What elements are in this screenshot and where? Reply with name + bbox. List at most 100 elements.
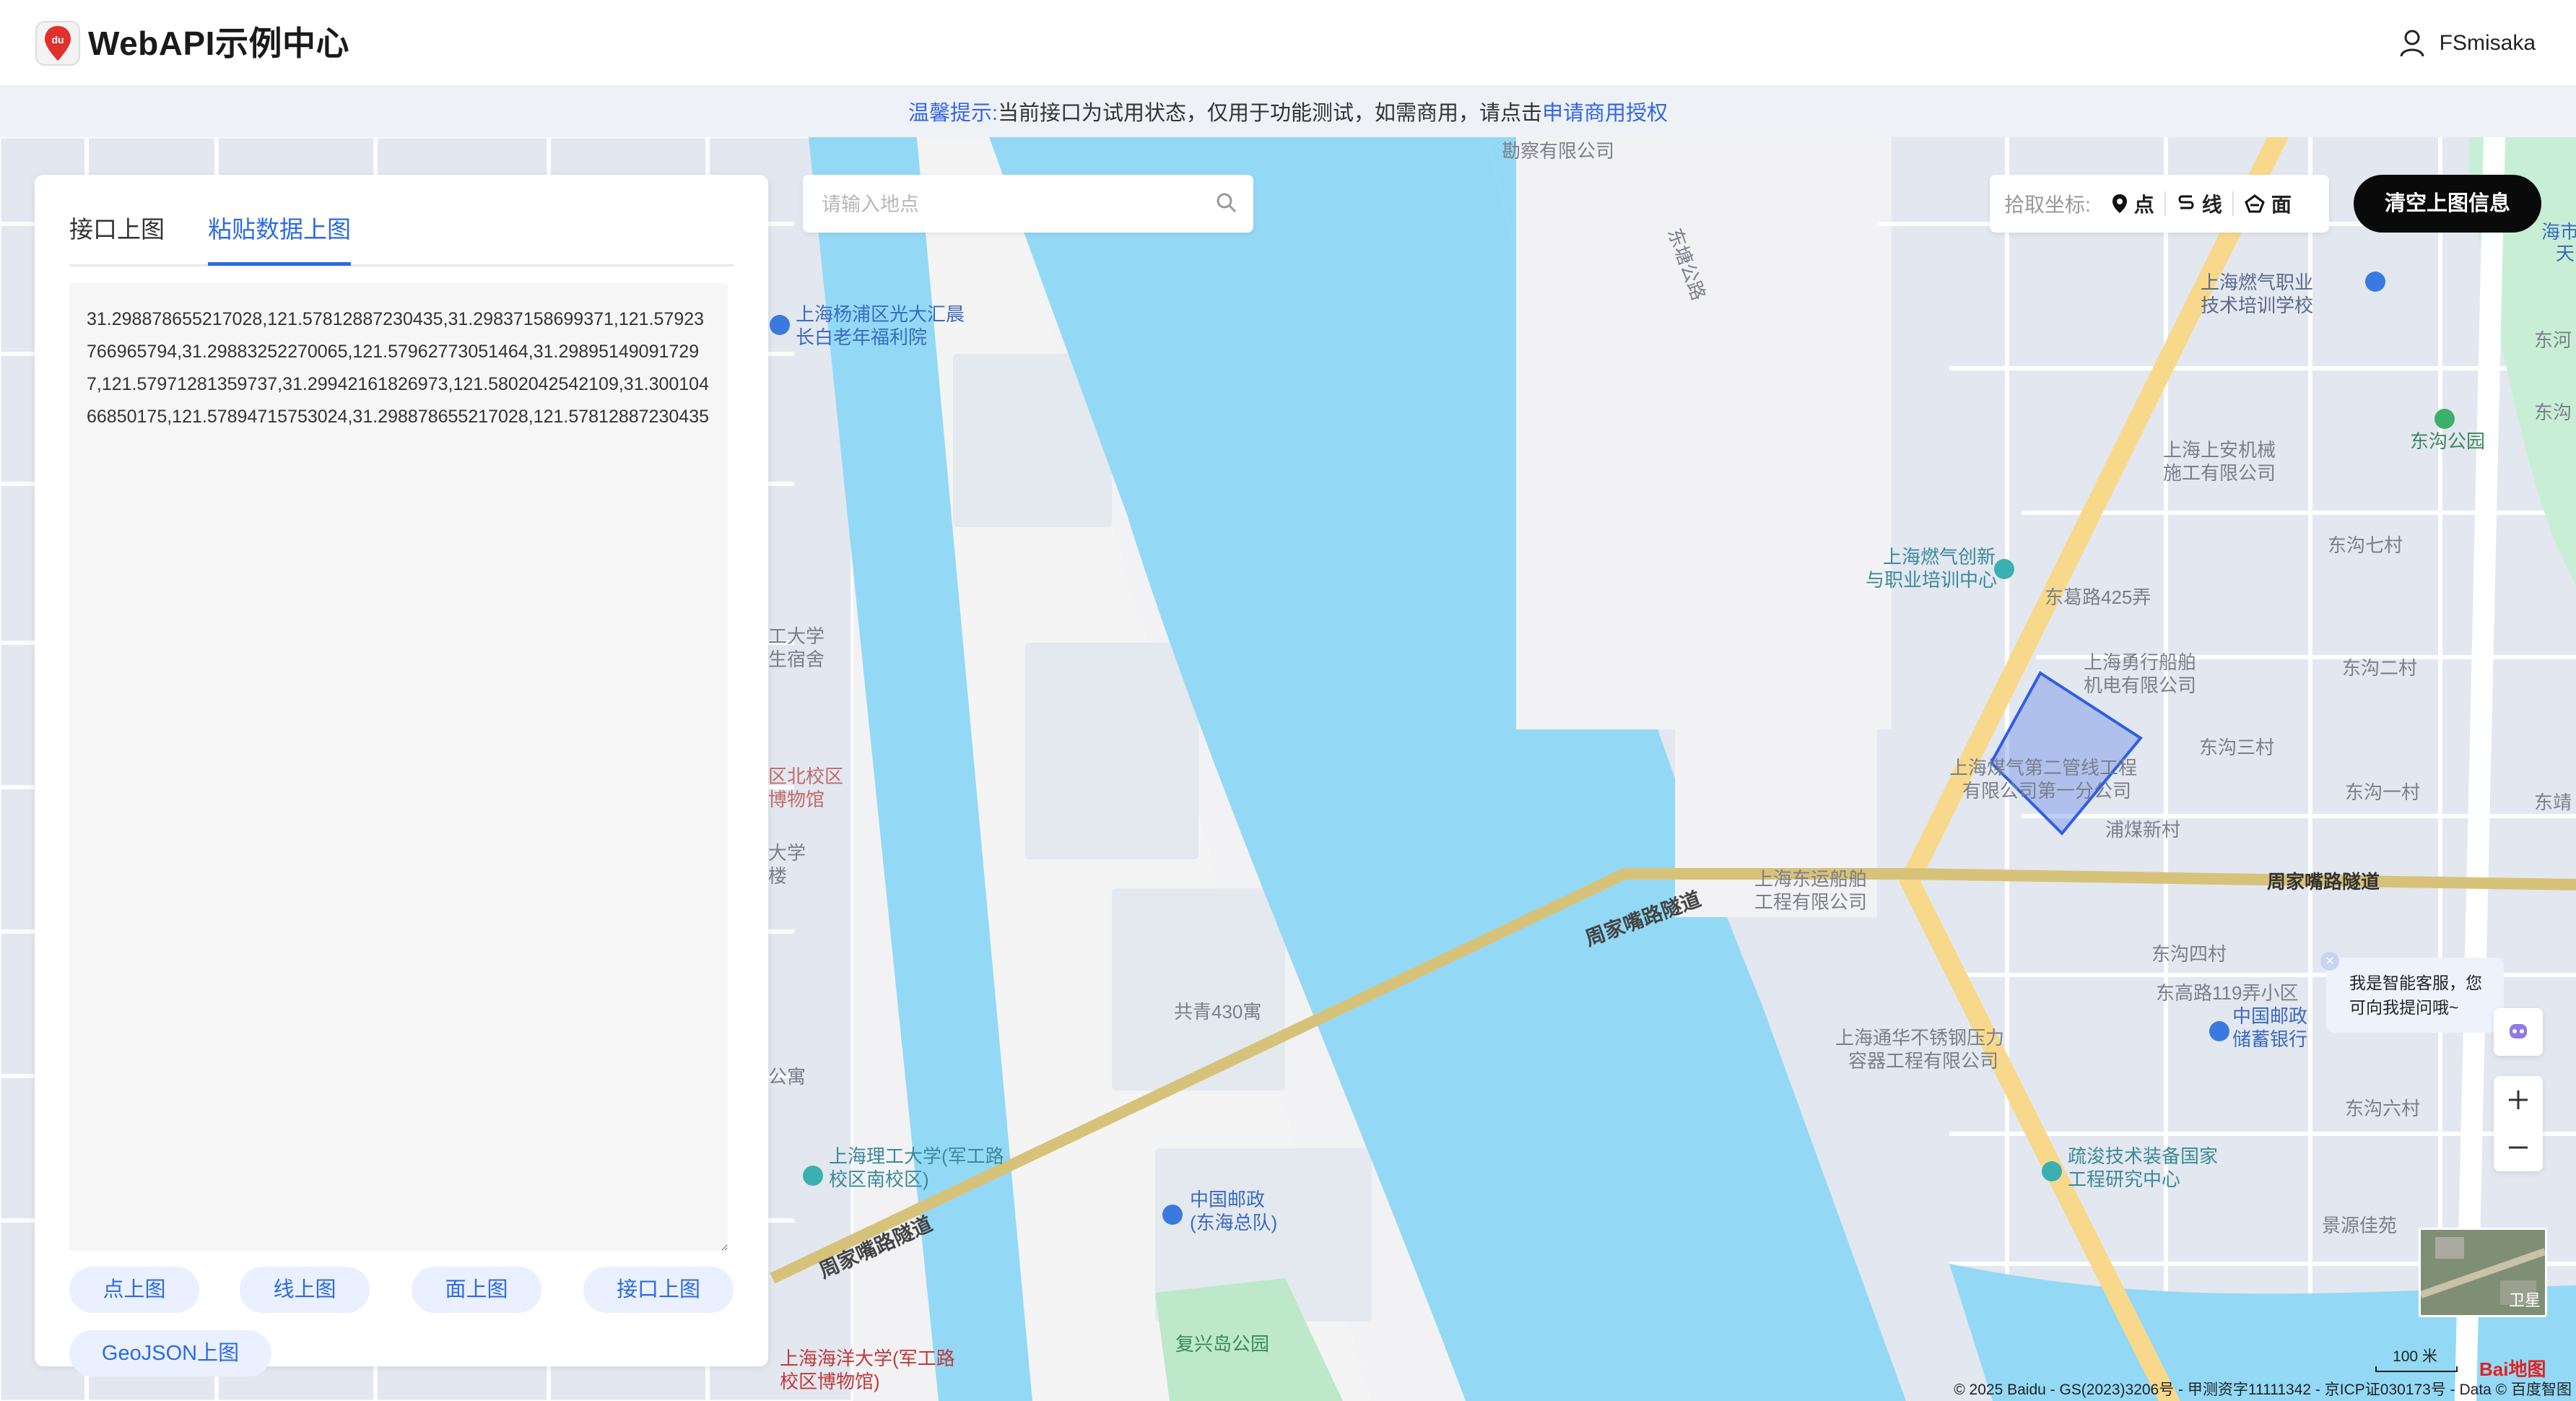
map-label: 校区博物馆) bbox=[780, 1371, 880, 1392]
map-label: (东海总队) bbox=[1190, 1212, 1277, 1233]
map-label: 中国邮政 bbox=[1190, 1189, 1265, 1210]
map-label: 工程研究中心 bbox=[2068, 1168, 2180, 1190]
tab-api-map[interactable]: 接口上图 bbox=[69, 195, 165, 264]
satellite-toggle[interactable]: 卫星 bbox=[2419, 1228, 2547, 1317]
pick-line-button[interactable]: 线 bbox=[2166, 189, 2232, 218]
assistant-line: 我是智能客服，您 bbox=[2349, 973, 2482, 992]
map-label: 技术培训学校 bbox=[2201, 295, 2313, 316]
app-title: WebAPI示例中心 bbox=[88, 25, 349, 62]
zoom-out-icon[interactable] bbox=[2494, 1124, 2543, 1171]
username: FSmisaka bbox=[2439, 31, 2536, 55]
place-search bbox=[803, 175, 1253, 234]
map-label: 大学 bbox=[768, 842, 806, 864]
map-label: 共青430寓 bbox=[1174, 1001, 1261, 1023]
map-label: 上海通华不锈钢压力 bbox=[1835, 1027, 2004, 1049]
map-label: 施工有限公司 bbox=[2163, 462, 2276, 484]
map-label: 疏浚技术装备国家 bbox=[2068, 1145, 2218, 1167]
map-label: 上海燃气创新 bbox=[1883, 546, 1996, 568]
pick-line-label: 线 bbox=[2201, 194, 2222, 216]
logo-icon[interactable]: du bbox=[35, 20, 81, 66]
pick-polygon-label: 面 bbox=[2271, 194, 2292, 216]
map-label: 储蓄银行 bbox=[2232, 1028, 2307, 1050]
map-label: 长白老年福利院 bbox=[796, 326, 927, 348]
map-label: 工大学 bbox=[768, 625, 824, 647]
assistant-line: 可向我提问哦~ bbox=[2349, 998, 2459, 1017]
pick-point-label: 点 bbox=[2133, 194, 2154, 216]
map-label: 机电有限公司 bbox=[2084, 675, 2196, 696]
map-label: 天 bbox=[2556, 243, 2575, 264]
user-menu[interactable]: FSmisaka bbox=[2399, 26, 2536, 61]
assistant-button[interactable] bbox=[2494, 1008, 2543, 1056]
map-label: 东靖 bbox=[2534, 791, 2572, 813]
map-label: 博物馆 bbox=[768, 789, 824, 810]
data-panel: 接口上图 粘贴数据上图 31.298878655217028,121.57812… bbox=[35, 175, 768, 1376]
map-label: 工程有限公司 bbox=[1754, 891, 1867, 913]
map-label: 复兴岛公园 bbox=[1175, 1333, 1269, 1355]
map-label: 楼 bbox=[768, 865, 787, 887]
clear-map-button[interactable]: 清空上图信息 bbox=[2354, 175, 2541, 233]
close-icon[interactable]: × bbox=[2320, 952, 2339, 971]
api-map-button[interactable]: 接口上图 bbox=[583, 1267, 734, 1313]
coordinate-picker: 拾取坐标: 点 线 面 bbox=[1990, 175, 2329, 233]
map-label: 东河 bbox=[2534, 329, 2572, 351]
map-label: 东沟二村 bbox=[2342, 657, 2417, 679]
map-label: 上海理工大学(军工路 bbox=[829, 1145, 1004, 1167]
map-label: 东沟四村 bbox=[2151, 943, 2227, 965]
panel-tabs: 接口上图 粘贴数据上图 bbox=[69, 195, 734, 266]
notice-text: 当前接口为试用状态，仅用于功能测试，如需商用，请点击 bbox=[998, 102, 1543, 125]
map-label: 上海燃气职业 bbox=[2201, 272, 2313, 293]
polygon-icon bbox=[2245, 194, 2265, 213]
polygon-map-button[interactable]: 面上图 bbox=[412, 1267, 541, 1313]
map-label: 生宿舍 bbox=[768, 649, 824, 670]
map-label: 东高路119弄小区 bbox=[2156, 982, 2298, 1004]
pick-point-button[interactable]: 点 bbox=[2101, 189, 2164, 218]
app-header: du WebAPI示例中心 FSmisaka bbox=[0, 0, 2576, 85]
map-label: 上海勇行船舶 bbox=[2084, 651, 2196, 673]
map-label: 勘察有限公司 bbox=[1502, 140, 1614, 162]
apply-license-link[interactable]: 申请商用授权 bbox=[1542, 96, 1668, 126]
map-label: 东沟七村 bbox=[2328, 534, 2403, 556]
map-label: 东沟公园 bbox=[2410, 430, 2485, 452]
notice-prefix: 温馨提示: bbox=[908, 102, 998, 125]
map-label: 东葛路425弄 bbox=[2045, 586, 2151, 608]
search-input[interactable] bbox=[820, 175, 1198, 234]
map-label: 上海东运船舶 bbox=[1754, 868, 1867, 890]
map-scale: 100 米 bbox=[2375, 1345, 2458, 1372]
map-label: 周家嘴路隧道 bbox=[2267, 871, 2380, 893]
scale-bar bbox=[2375, 1366, 2458, 1372]
map-label: 中国邮政 bbox=[2232, 1005, 2307, 1027]
robot-icon bbox=[2510, 1024, 2527, 1038]
map-label: 浦煤新村 bbox=[2105, 819, 2180, 841]
map-copyright: © 2025 Baidu - GS(2023)3206号 - 甲测资字11111… bbox=[1954, 1382, 2572, 1398]
map-label: 东沟三村 bbox=[2199, 737, 2274, 758]
map-label: 东沟六村 bbox=[2345, 1098, 2420, 1119]
map-label: 上海上安机械 bbox=[2163, 439, 2276, 461]
coordinates-textarea[interactable]: 31.298878655217028,121.57812887230435,31… bbox=[69, 283, 728, 1251]
zoom-controls bbox=[2494, 1076, 2543, 1171]
line-map-button[interactable]: 线上图 bbox=[240, 1267, 370, 1313]
map-label: 海市 bbox=[2541, 221, 2576, 243]
user-icon bbox=[2400, 30, 2424, 57]
map-label: 与职业培训中心 bbox=[1866, 569, 1997, 591]
zoom-in-icon[interactable] bbox=[2494, 1076, 2543, 1124]
search-icon[interactable] bbox=[1216, 192, 1237, 214]
map-label: 上海海洋大学(军工路 bbox=[780, 1348, 955, 1369]
assistant-bubble[interactable]: × 我是智能客服，您 可向我提问哦~ bbox=[2320, 952, 2504, 1033]
picker-label: 拾取坐标: bbox=[2004, 194, 2091, 216]
map-label: 容器工程有限公司 bbox=[1848, 1050, 1998, 1072]
map-label: 东沟 bbox=[2534, 402, 2572, 423]
map-label: 有限公司第一分公司 bbox=[1962, 780, 2131, 802]
point-map-button[interactable]: 点上图 bbox=[69, 1267, 199, 1313]
map-label: 东沟一村 bbox=[2345, 781, 2420, 803]
geojson-map-button[interactable]: GeoJSON上图 bbox=[69, 1330, 271, 1376]
svg-text:du: du bbox=[51, 34, 64, 45]
map-label: 上海煤气第二管线工程 bbox=[1949, 757, 2137, 778]
tab-paste-data-map[interactable]: 粘贴数据上图 bbox=[208, 195, 351, 266]
polyline-icon bbox=[2178, 195, 2194, 209]
map-label: 校区南校区) bbox=[829, 1168, 929, 1190]
notice-bar: 温馨提示: 当前接口为试用状态，仅用于功能测试，如需商用，请点击 申请商用授权 bbox=[0, 85, 2576, 137]
map-label: 公寓 bbox=[768, 1066, 806, 1088]
pick-polygon-button[interactable]: 面 bbox=[2234, 189, 2302, 218]
location-pin-icon bbox=[2112, 194, 2127, 213]
map-label: 区北校区 bbox=[768, 765, 843, 787]
